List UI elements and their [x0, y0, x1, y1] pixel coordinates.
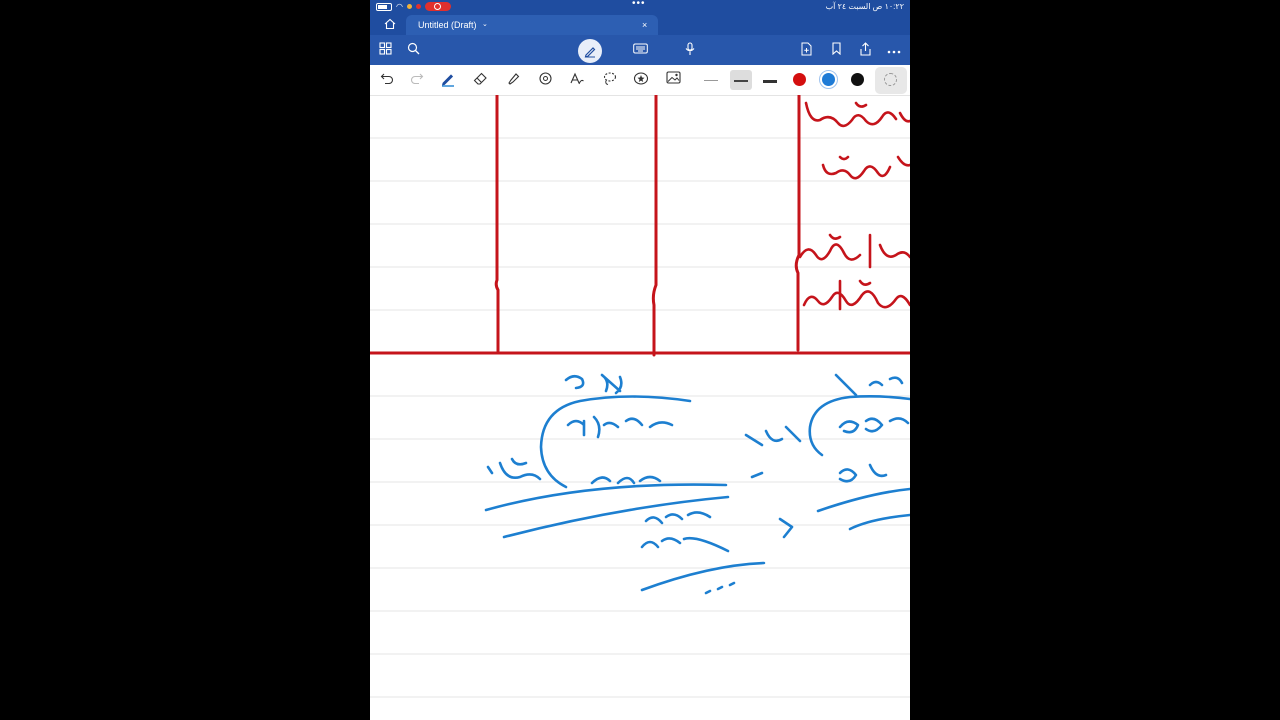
keyboard-icon[interactable]	[632, 42, 648, 58]
status-indicators: ◠	[376, 0, 451, 13]
camera-indicator-icon	[415, 4, 421, 9]
document-title: Untitled (Draft)	[418, 20, 477, 30]
red-vertical-line-2	[651, 93, 658, 357]
color-black-swatch[interactable]	[851, 73, 864, 86]
blue-small-2	[750, 471, 764, 479]
ruled-lines	[370, 137, 910, 698]
blue-digits-78	[744, 425, 802, 447]
blue-digits-68	[564, 373, 623, 395]
image-icon[interactable]	[664, 71, 682, 89]
blue-line-5	[848, 513, 910, 531]
draw-toolbar	[370, 65, 910, 96]
status-clock: ١٠:٢٢ ص السبت ٢٤ آب	[825, 2, 904, 11]
document-tab[interactable]: Untitled (Draft) ⌄ ×	[406, 15, 658, 35]
more-icon[interactable]	[886, 42, 902, 58]
blue-line-3	[640, 561, 766, 592]
draw-pen-icon[interactable]	[578, 39, 602, 63]
ink-layer[interactable]	[370, 93, 910, 720]
record-icon	[434, 3, 442, 10]
multitasking-dots[interactable]: •••	[632, 0, 646, 10]
blue-digits-832a	[644, 511, 712, 525]
undo-icon[interactable]	[378, 71, 396, 89]
highlighter-icon[interactable]	[504, 71, 522, 89]
more-colors-button[interactable]	[875, 67, 907, 94]
blue-small-marks-2	[778, 517, 794, 539]
sticker-icon[interactable]	[632, 71, 650, 89]
thickness-medium-button[interactable]	[730, 70, 752, 90]
blue-digits-832b	[640, 536, 730, 553]
blue-division-bracket-2	[808, 395, 910, 457]
color-blue-swatch[interactable]	[822, 73, 835, 86]
color-red-swatch[interactable]	[793, 73, 806, 86]
blue-digits-dividend	[566, 415, 674, 439]
ballpoint-pen-icon[interactable]	[439, 71, 457, 89]
eraser-icon[interactable]	[471, 71, 489, 89]
blue-digits-700	[834, 373, 904, 397]
thickness-thick-button[interactable]	[761, 71, 779, 89]
search-icon[interactable]	[405, 42, 421, 58]
battery-icon	[376, 2, 392, 11]
wifi-icon: ◠	[396, 2, 403, 11]
home-button[interactable]	[382, 17, 398, 31]
blue-digits-quotient	[486, 457, 542, 481]
ipad-screen: ◠ ••• ١٠:٢٢ ص السبت ٢٤ آب Untitled (Draf…	[370, 0, 910, 720]
drawing-canvas[interactable]	[370, 93, 910, 720]
red-vertical-line-3	[794, 93, 801, 352]
home-icon	[384, 18, 396, 30]
color-picker-icon	[884, 73, 897, 86]
microphone-icon[interactable]	[682, 42, 698, 58]
tab-bar: Untitled (Draft) ⌄ ×	[370, 13, 910, 35]
red-handwriting	[798, 101, 910, 311]
screen-recording-indicator[interactable]	[424, 2, 451, 11]
blue-line-4	[816, 487, 910, 513]
mic-indicator-icon	[406, 4, 412, 9]
share-icon[interactable]	[857, 42, 873, 58]
blue-digits-540	[838, 417, 910, 434]
new-page-icon[interactable]	[798, 42, 814, 58]
red-table-lines	[370, 93, 910, 357]
apps-grid-icon[interactable]	[377, 42, 393, 58]
redo-icon[interactable]	[408, 71, 426, 89]
close-tab-button[interactable]: ×	[642, 15, 647, 35]
chevron-down-icon[interactable]: ⌄	[482, 15, 488, 35]
blue-line-1	[484, 483, 728, 512]
status-bar: ◠ ••• ١٠:٢٢ ص السبت ٢٤ آب	[370, 0, 910, 13]
blue-line-2	[502, 495, 730, 539]
red-vertical-line-1	[494, 93, 500, 353]
blue-dots-1	[704, 581, 736, 595]
ink-to-shape-icon[interactable]	[536, 71, 554, 89]
blue-digits-52	[838, 463, 888, 483]
blue-division-bracket-1	[539, 395, 692, 489]
lasso-icon[interactable]	[600, 71, 618, 89]
bookmark-icon[interactable]	[828, 42, 844, 58]
blue-handwriting	[484, 373, 910, 595]
thickness-thin-button[interactable]	[702, 71, 720, 89]
ink-to-text-icon[interactable]	[568, 71, 586, 89]
ribbon-bar	[370, 35, 910, 65]
